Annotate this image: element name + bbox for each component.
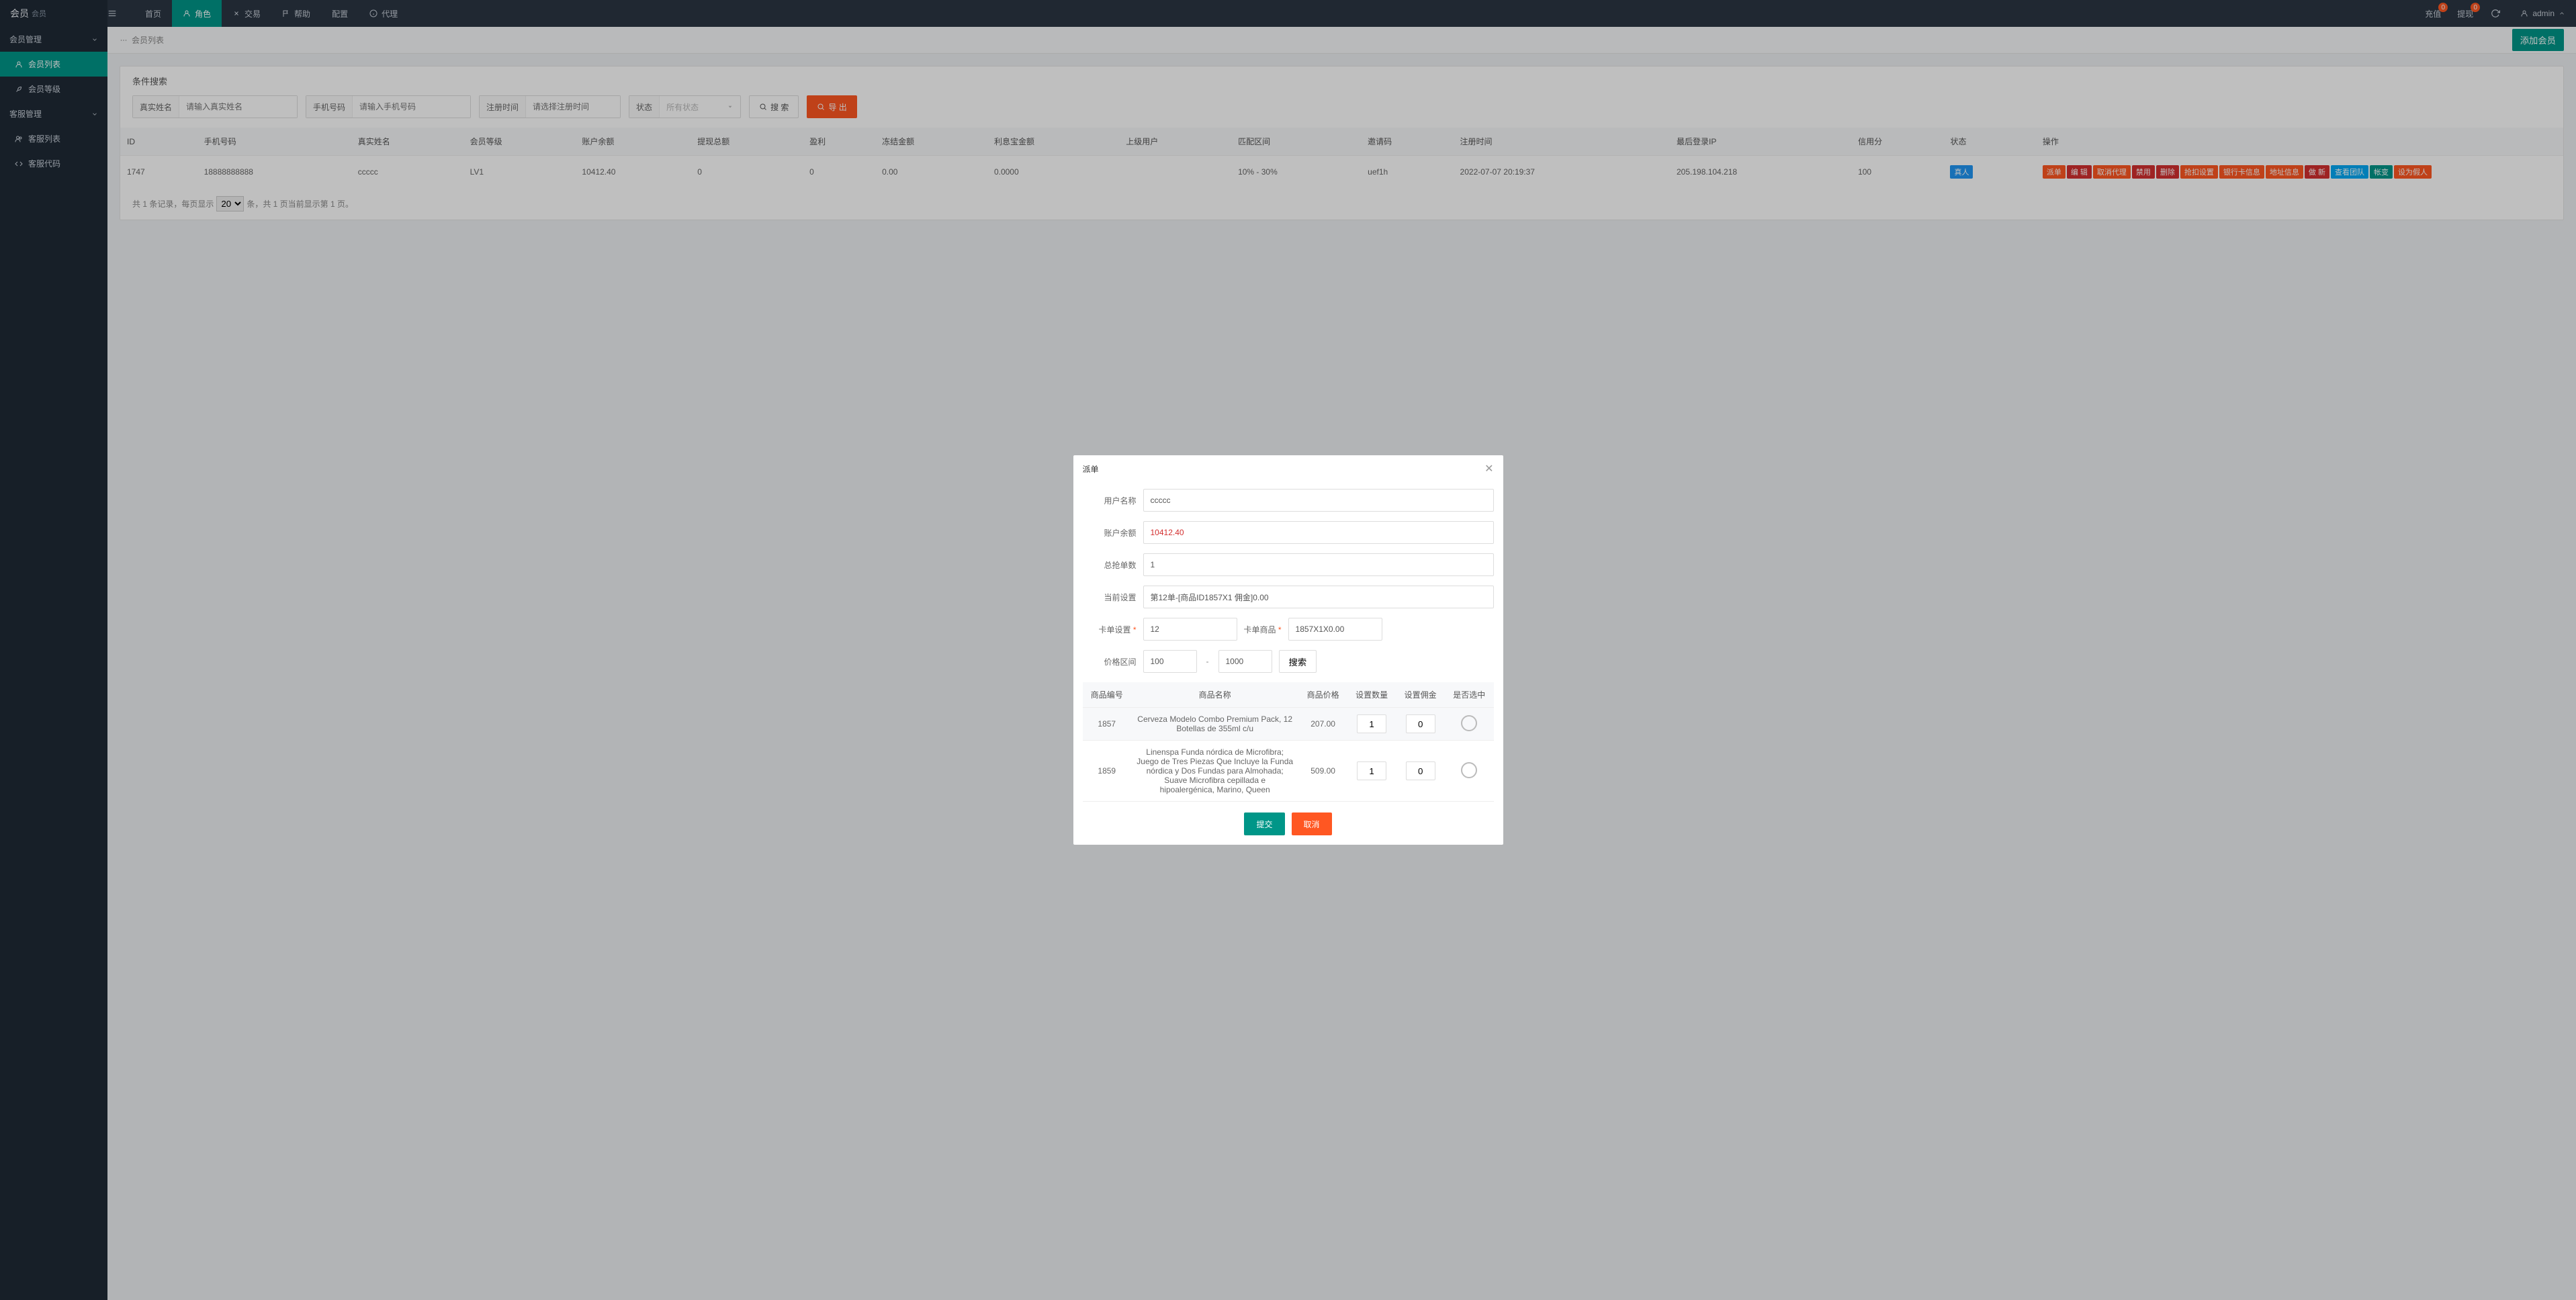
goods-header-cell: 商品编号 [1083,682,1132,708]
price-label: 价格区间 [1083,656,1137,667]
goods-name-cell: Linenspa Funda nórdica de Microfibra; Ju… [1131,741,1298,802]
total-field[interactable] [1143,553,1494,576]
commission-input[interactable] [1406,761,1435,780]
goods-header-cell: 商品价格 [1298,682,1347,708]
goods-select-cell [1445,708,1494,741]
modal-title: 派单 [1083,463,1099,475]
goods-select-cell [1445,741,1494,802]
goods-field[interactable] [1288,618,1382,641]
goods-header-cell: 设置数量 [1347,682,1396,708]
qty-input[interactable] [1357,761,1386,780]
dispatch-modal: 派单 ✕ 用户名称 账户余额 总抢单数 当前设置 卡单设置 * 卡单商品 * 价… [1073,455,1503,845]
username-field[interactable] [1143,489,1494,512]
current-field[interactable] [1143,586,1494,608]
goods-body: 1857Cerveza Modelo Combo Premium Pack, 1… [1083,708,1494,804]
select-radio[interactable] [1461,715,1477,731]
modal-close-button[interactable]: ✕ [1484,462,1493,475]
username-label: 用户名称 [1083,495,1137,506]
submit-button[interactable]: 提交 [1244,812,1284,835]
goods-id-cell: 1857 [1083,708,1132,741]
goods-label: 卡单商品 * [1244,624,1282,635]
goods-row: 1859Linenspa Funda nórdica de Microfibra… [1083,741,1494,802]
price-search-button[interactable]: 搜索 [1279,650,1317,673]
goods-price-cell: 207.00 [1298,708,1347,741]
card-field[interactable] [1143,618,1237,641]
total-label: 总抢单数 [1083,559,1137,571]
goods-id-cell: 1859 [1083,741,1132,802]
modal-head: 派单 ✕ [1073,455,1503,482]
balance-field[interactable] [1143,521,1494,544]
goods-header-cell: 商品名称 [1131,682,1298,708]
goods-comm-cell [1396,708,1445,741]
price-from-field[interactable] [1143,650,1197,673]
goods-qty-cell [1347,708,1396,741]
commission-input[interactable] [1406,714,1435,733]
balance-label: 账户余额 [1083,527,1137,539]
goods-header-cell: 是否选中 [1445,682,1494,708]
goods-table: 商品编号商品名称商品价格设置数量设置佣金是否选中 1857Cerveza Mod… [1083,682,1494,803]
select-radio[interactable] [1461,762,1477,778]
goods-price-cell: 509.00 [1298,741,1347,802]
goods-qty-cell [1347,741,1396,802]
price-to-field[interactable] [1218,650,1272,673]
cancel-button[interactable]: 取消 [1292,812,1332,835]
goods-comm-cell [1396,741,1445,802]
goods-header-row: 商品编号商品名称商品价格设置数量设置佣金是否选中 [1083,682,1494,708]
goods-row: 1857Cerveza Modelo Combo Premium Pack, 1… [1083,708,1494,741]
goods-name-cell: Cerveza Modelo Combo Premium Pack, 12 Bo… [1131,708,1298,741]
range-sep: - [1204,657,1212,666]
goods-header-cell: 设置佣金 [1396,682,1445,708]
current-label: 当前设置 [1083,592,1137,603]
card-label: 卡单设置 * [1083,624,1137,635]
modal-foot: 提交 取消 [1073,803,1503,845]
modal-body: 用户名称 账户余额 总抢单数 当前设置 卡单设置 * 卡单商品 * 价格区间 -… [1073,482,1503,803]
qty-input[interactable] [1357,714,1386,733]
